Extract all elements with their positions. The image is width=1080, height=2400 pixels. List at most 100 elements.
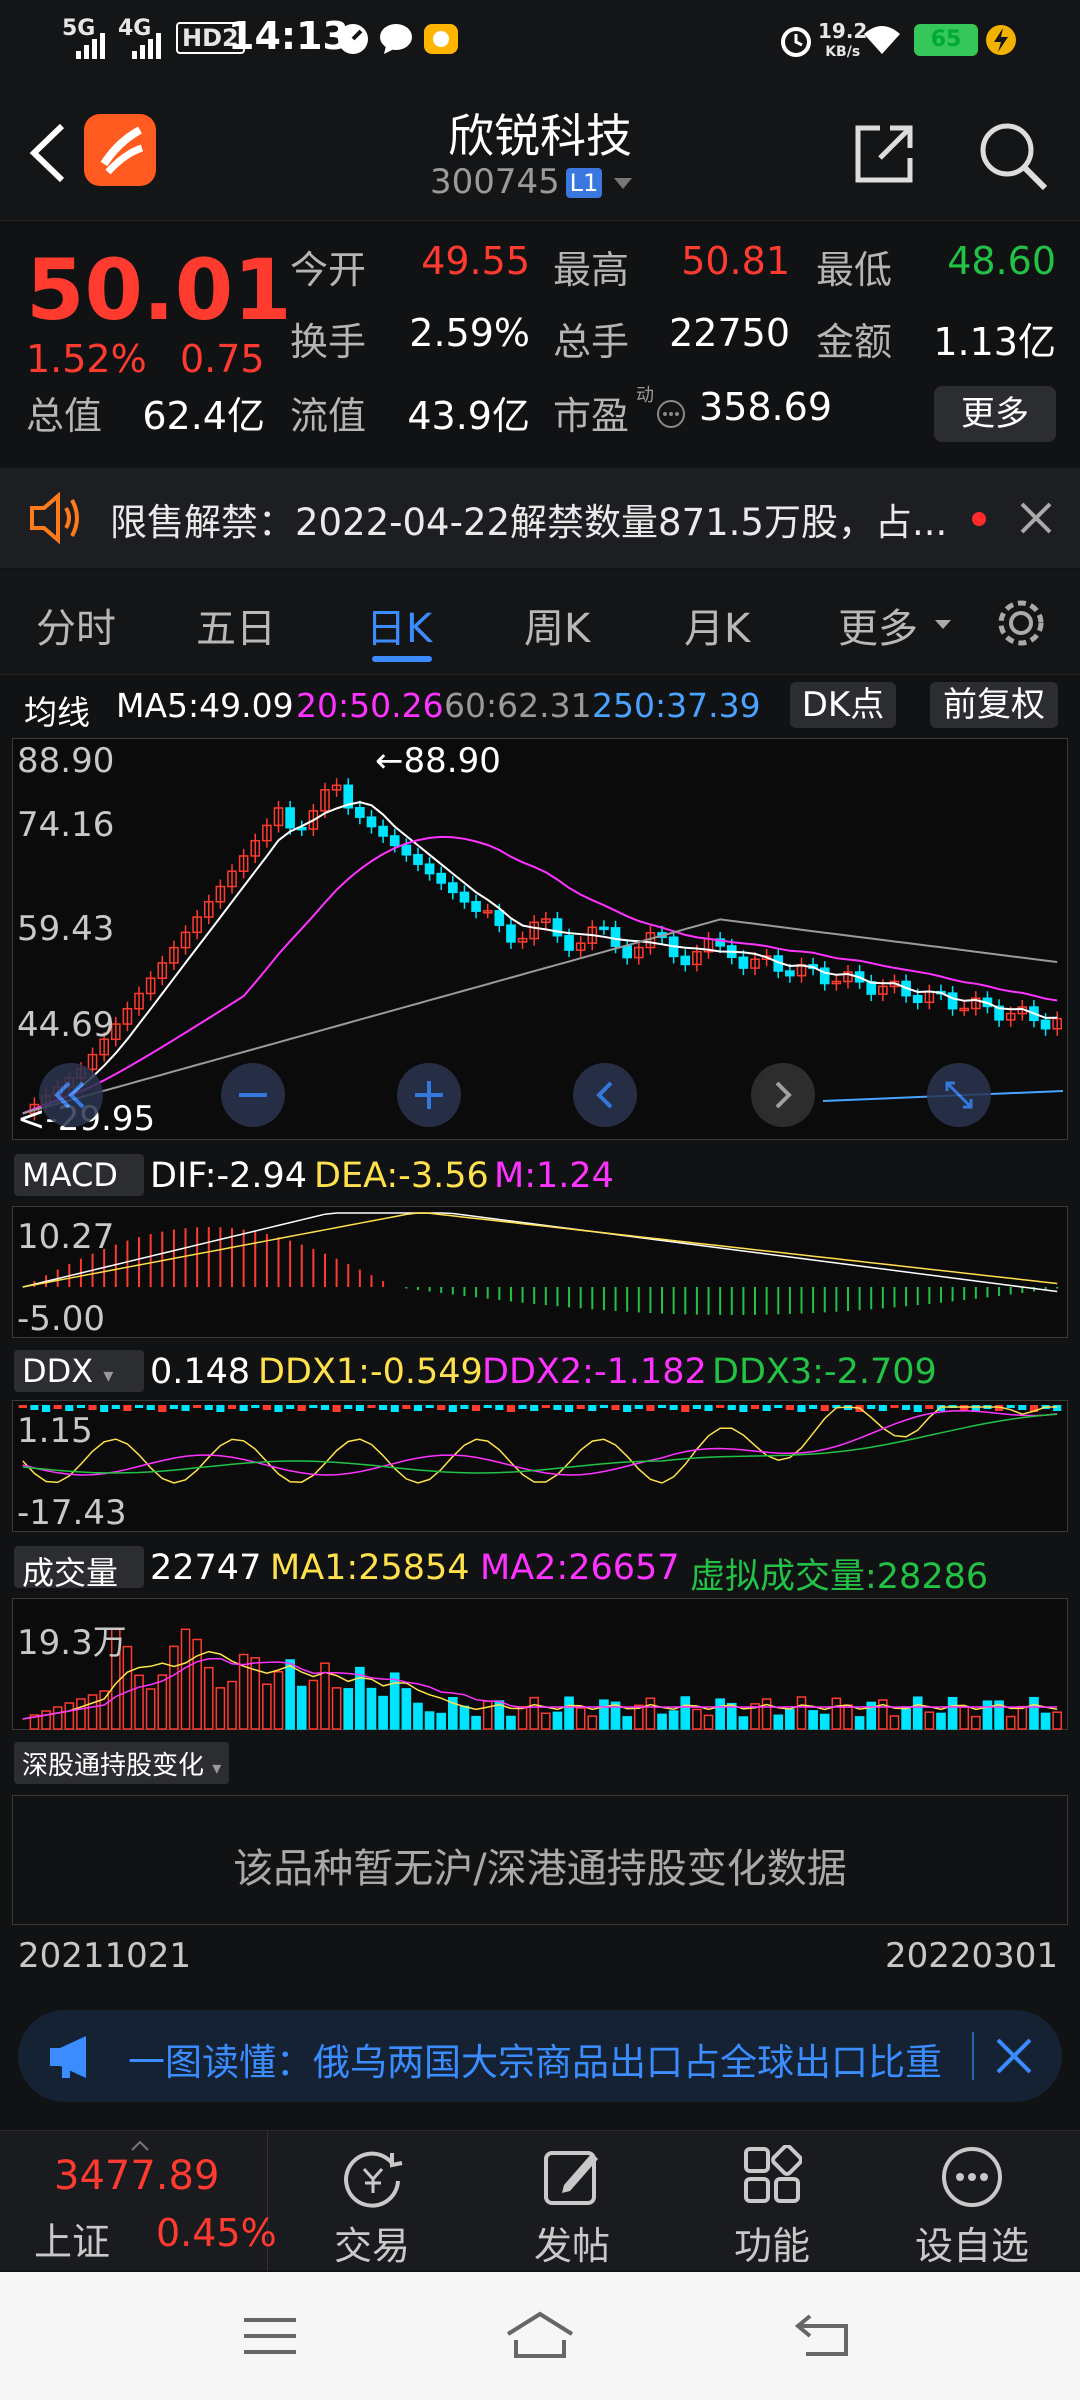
ddx-bar bbox=[379, 1405, 388, 1410]
ddx-bar bbox=[111, 1405, 120, 1409]
ddx-bar bbox=[251, 1405, 260, 1408]
tab-daily-k[interactable]: 日K bbox=[366, 596, 432, 654]
volume-bar bbox=[564, 1696, 574, 1730]
volume-svg bbox=[22, 1628, 1063, 1730]
megaphone-icon bbox=[46, 2034, 102, 2084]
ddx-bar bbox=[355, 1405, 364, 1411]
ddx-bar bbox=[623, 1405, 632, 1412]
last-price: 50.01 bbox=[26, 241, 292, 339]
chevron-left-icon bbox=[596, 1081, 613, 1109]
hk-holding-panel: 该品种暂无沪/深港通持股变化数据 bbox=[12, 1795, 1068, 1925]
ddx-bar bbox=[797, 1405, 806, 1412]
ddx-chart[interactable]: 1.15 -17.43 bbox=[12, 1400, 1068, 1533]
volume-bar bbox=[599, 1699, 609, 1730]
candle-body bbox=[564, 934, 574, 951]
chevron-left-icon bbox=[29, 123, 65, 183]
kline-chart[interactable]: 88.90 74.16 59.43 44.69 ←88.90 <-29.95 bbox=[12, 738, 1068, 1140]
back-button[interactable] bbox=[22, 118, 82, 188]
volume-bar bbox=[471, 1715, 481, 1730]
settings-button[interactable] bbox=[994, 596, 1048, 654]
hk-holding-selector[interactable]: 深股通持股变化 ▾ bbox=[14, 1742, 230, 1784]
unread-dot bbox=[972, 512, 986, 526]
macd-chart[interactable]: 10.27 -5.00 bbox=[12, 1206, 1068, 1339]
mcap-value: 62.4亿 bbox=[142, 394, 265, 438]
macd-selector[interactable]: MACD ▾ bbox=[14, 1154, 144, 1229]
date-end: 20220301 bbox=[885, 1936, 1059, 1976]
post-button[interactable]: 发帖 bbox=[472, 2131, 672, 2271]
trade-button[interactable]: 交易 bbox=[272, 2131, 472, 2271]
search-button[interactable] bbox=[975, 118, 1050, 193]
ddx-bar bbox=[576, 1405, 585, 1409]
ddx-bar bbox=[599, 1405, 608, 1408]
volume-bar bbox=[947, 1696, 958, 1730]
tab-monthly-k[interactable]: 月K bbox=[684, 596, 750, 654]
dif-line bbox=[22, 1212, 1058, 1293]
volume-bar bbox=[134, 1674, 144, 1730]
volume-bar bbox=[424, 1711, 435, 1730]
home-button[interactable] bbox=[504, 2310, 576, 2364]
ddx-bar bbox=[506, 1405, 516, 1412]
function-button[interactable]: 功能 bbox=[672, 2131, 872, 2271]
ddx-selector[interactable]: DDX ▾ bbox=[14, 1350, 144, 1392]
tab-more[interactable]: 更多 bbox=[838, 596, 918, 654]
volume-bar bbox=[668, 1710, 679, 1730]
chart-fast-back-button[interactable] bbox=[39, 1063, 103, 1127]
candle-body bbox=[366, 816, 377, 828]
level-badge[interactable]: L1 bbox=[566, 168, 602, 198]
notice-bar[interactable]: 限售解禁：2022-04-22解禁数量871.5万股，占... bbox=[0, 468, 1080, 568]
volume-bar bbox=[529, 1696, 540, 1730]
share-button[interactable] bbox=[850, 118, 920, 188]
volume-bar bbox=[355, 1666, 365, 1730]
news-banner[interactable]: 一图读懂：俄乌两国大宗商品出口占全球出口比重 bbox=[18, 2010, 1062, 2102]
pe-more-icon[interactable] bbox=[656, 399, 686, 433]
hk-dropdown-icon: ▾ bbox=[212, 1758, 222, 1779]
close-banner-button[interactable] bbox=[990, 2032, 1038, 2084]
forward-adjust-button[interactable]: 前复权 bbox=[930, 682, 1058, 728]
macd-selector-label: MACD bbox=[22, 1156, 118, 1194]
system-nav-bar bbox=[0, 2272, 1080, 2400]
turnover-value: 2.59% bbox=[409, 311, 530, 355]
volume-ma2: MA2:26657 bbox=[480, 1548, 680, 1588]
volume-bar bbox=[843, 1704, 853, 1730]
pe-dynamic-mark: 动 bbox=[636, 385, 654, 406]
fullscreen-button[interactable] bbox=[927, 1063, 991, 1127]
chart-prev-button[interactable] bbox=[573, 1063, 637, 1127]
speedometer-icon bbox=[336, 22, 370, 65]
hk-selector-label: 深股通持股变化 bbox=[22, 1751, 205, 1781]
volume-chart[interactable]: 19.3万 bbox=[12, 1598, 1068, 1730]
ddx3-line bbox=[22, 1413, 1058, 1474]
volume-bar bbox=[773, 1714, 784, 1730]
volume-bar bbox=[401, 1688, 412, 1730]
volume-bar bbox=[64, 1702, 75, 1730]
volume-bar bbox=[169, 1645, 179, 1730]
ddx-bar bbox=[611, 1405, 620, 1410]
chart-next-button[interactable] bbox=[751, 1063, 815, 1127]
menu-icon bbox=[244, 2318, 296, 2354]
kline-y-label-3: 59.43 bbox=[17, 909, 115, 949]
ma-title[interactable]: 均线 bbox=[24, 686, 90, 734]
more-quote-button[interactable]: 更多 bbox=[934, 386, 1056, 442]
zoom-in-button[interactable] bbox=[397, 1063, 461, 1127]
volume-ma1: MA1:25854 bbox=[270, 1548, 470, 1588]
tab-intraday[interactable]: 分时 bbox=[36, 596, 116, 654]
back-nav-button[interactable] bbox=[794, 2312, 850, 2362]
tab-five-day[interactable]: 五日 bbox=[196, 596, 276, 654]
notice-text: 限售解禁：2022-04-22解禁数量871.5万股，占... bbox=[110, 501, 948, 544]
close-icon bbox=[996, 2038, 1032, 2074]
level-dropdown-icon[interactable] bbox=[612, 176, 634, 196]
banner-text: 一图读懂：俄乌两国大宗商品出口占全球出口比重 bbox=[128, 2041, 942, 2084]
volume-bar bbox=[703, 1714, 714, 1730]
add-watchlist-button[interactable]: 设自选 bbox=[872, 2131, 1072, 2271]
volume-selector[interactable]: 成交量 ▾ bbox=[14, 1546, 144, 1629]
index-ticker[interactable]: 3477.89 上证 0.45% bbox=[0, 2131, 277, 2271]
dk-point-button[interactable]: DK点 bbox=[790, 682, 896, 728]
close-notice-button[interactable] bbox=[1014, 496, 1058, 544]
zoom-out-button[interactable] bbox=[221, 1063, 285, 1127]
ddx-bar bbox=[867, 1405, 876, 1409]
tab-weekly-k[interactable]: 周K bbox=[524, 596, 590, 654]
wifi-icon bbox=[862, 24, 902, 65]
ddx-bar bbox=[820, 1405, 829, 1411]
ddx-bar bbox=[262, 1405, 271, 1410]
ddx-svg bbox=[18, 1405, 1062, 1484]
menu-button[interactable] bbox=[242, 2316, 298, 2360]
